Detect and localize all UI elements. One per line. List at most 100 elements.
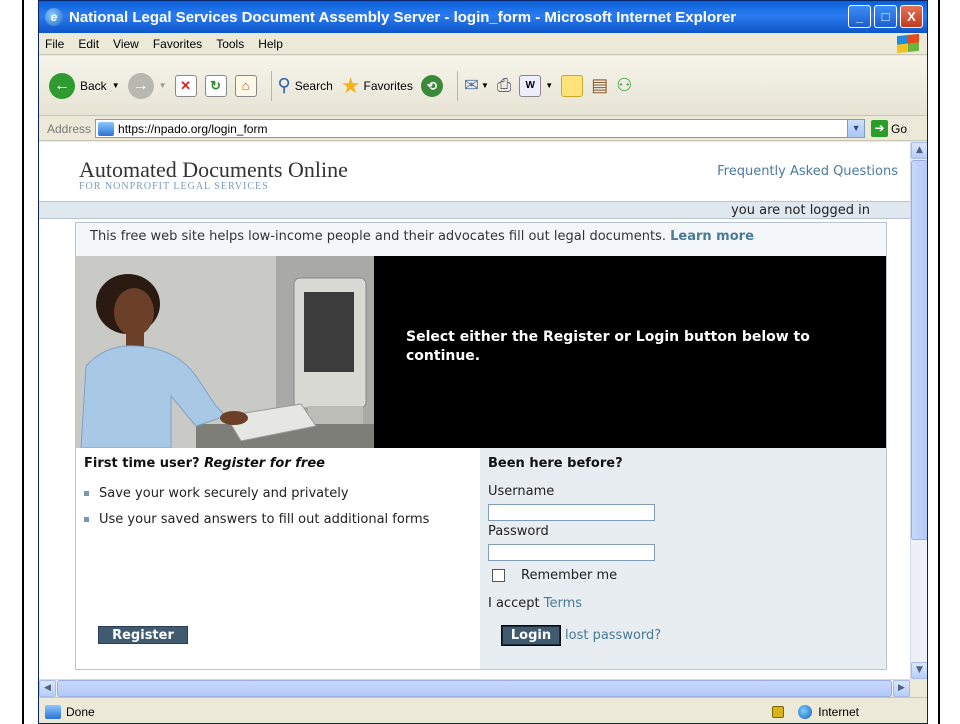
close-button[interactable]: X	[900, 5, 923, 28]
page-icon	[98, 121, 115, 136]
status-bar: Done Internet	[39, 697, 927, 723]
research-button[interactable]: ▤	[591, 75, 608, 96]
register-heading: First time user? Register for free	[84, 456, 325, 471]
chevron-down-icon[interactable]: ▼	[847, 120, 865, 137]
terms-link[interactable]: Terms	[544, 596, 582, 611]
horizontal-scroll-thumb[interactable]	[57, 680, 892, 697]
chevron-down-icon: ▼	[480, 81, 489, 90]
toolbar: ← Back ▼ → ▼ ✕ ↻ ⌂ ⚲ Search ★ Favorites …	[39, 56, 927, 116]
windows-logo-icon	[897, 33, 919, 54]
toolbar-separator	[456, 70, 458, 101]
refresh-icon: ↻	[204, 74, 227, 97]
remember-me-checkbox[interactable]	[492, 569, 505, 582]
status-text: Done	[66, 704, 95, 719]
back-button[interactable]: ← Back ▼	[49, 72, 120, 99]
login-section: Been here before? Username Password Reme…	[480, 448, 886, 669]
learn-more-link[interactable]: Learn more	[670, 229, 754, 244]
stop-icon: ✕	[174, 74, 197, 97]
address-input[interactable]: https://npado.org/login_form ▼	[95, 119, 866, 138]
minimize-button[interactable]: _	[848, 5, 871, 28]
vertical-scroll-thumb[interactable]	[911, 160, 927, 540]
print-icon: ⎙	[496, 75, 512, 95]
horizontal-scrollbar[interactable]: ◀ ▶	[39, 679, 910, 697]
chevron-down-icon: ▼	[545, 81, 554, 90]
menu-edit[interactable]: Edit	[78, 37, 99, 51]
go-arrow-icon: ➔	[871, 120, 889, 137]
remember-me[interactable]: Remember me	[492, 568, 617, 583]
refresh-button[interactable]: ↻	[204, 74, 227, 97]
login-heading: Been here before?	[488, 456, 623, 471]
page-done-icon	[45, 704, 61, 719]
menu-help[interactable]: Help	[258, 37, 283, 51]
bullet-text: Use your saved answers to fill out addit…	[99, 512, 430, 527]
research-icon: ▤	[591, 75, 609, 95]
stop-button[interactable]: ✕	[174, 74, 197, 97]
scroll-right-icon[interactable]: ▶	[893, 680, 910, 697]
go-label: Go	[891, 121, 908, 136]
lock-icon	[772, 705, 785, 718]
search-button[interactable]: ⚲ Search	[278, 75, 333, 96]
scroll-down-icon[interactable]: ▼	[911, 662, 927, 679]
site-title[interactable]: Automated Documents Online	[79, 157, 348, 183]
register-heading-prefix: First time user?	[84, 456, 200, 471]
ie-logo-icon: e	[45, 8, 63, 26]
scroll-left-icon[interactable]: ◀	[39, 680, 56, 697]
bullet-text: Save your work securely and privately	[99, 486, 349, 501]
menu-view[interactable]: View	[113, 37, 139, 51]
globe-icon	[798, 704, 813, 719]
forward-button[interactable]: → ▼	[127, 72, 167, 99]
register-section: First time user? Register for free Save …	[76, 448, 480, 669]
scroll-up-icon[interactable]: ▲	[911, 142, 927, 159]
main-panel: This free web site helps low-income peop…	[75, 222, 887, 670]
password-field[interactable]	[488, 544, 655, 561]
login-button[interactable]: Login	[501, 625, 561, 646]
history-button[interactable]: ⟲	[420, 74, 443, 97]
hero-banner: Select either the Register or Login butt…	[76, 256, 886, 448]
address-label: Address	[47, 121, 92, 136]
faq-link[interactable]: Frequently Asked Questions	[717, 164, 898, 179]
intro-text: This free web site helps low-income peop…	[90, 229, 754, 244]
address-bar: Address https://npado.org/login_form ▼ ➔…	[39, 117, 927, 141]
messenger-icon: ⚇	[616, 75, 633, 95]
remember-me-label: Remember me	[521, 568, 618, 583]
username-field[interactable]	[488, 504, 655, 521]
mail-icon: ✉	[463, 75, 479, 95]
menu-bar: File Edit View Favorites Tools Help	[39, 33, 927, 55]
favorites-button[interactable]: ★ Favorites	[341, 73, 413, 99]
password-label: Password	[488, 524, 549, 539]
accept-prefix: I accept	[488, 596, 540, 611]
messenger-button[interactable]: ⚇	[616, 75, 632, 96]
menu-tools[interactable]: Tools	[216, 37, 244, 51]
status-zone: Internet	[772, 704, 919, 719]
intro-sentence: This free web site helps low-income peop…	[90, 229, 666, 244]
edit-button[interactable]: W ▼	[519, 74, 554, 97]
mail-button[interactable]: ✉ ▼	[464, 75, 489, 96]
edit-page-icon: W	[519, 74, 542, 97]
menu-favorites[interactable]: Favorites	[153, 37, 202, 51]
notes-button[interactable]	[561, 74, 584, 97]
favorites-star-icon: ★	[340, 72, 361, 98]
list-item: Use your saved answers to fill out addit…	[84, 512, 429, 527]
favorites-label: Favorites	[363, 78, 413, 93]
maximize-button[interactable]: □	[874, 5, 897, 28]
home-button[interactable]: ⌂	[234, 74, 257, 97]
site-subtitle: FOR NONPROFIT LEGAL SERVICES	[79, 181, 269, 192]
forward-arrow-icon: →	[127, 72, 154, 99]
hero-message: Select either the Register or Login butt…	[406, 329, 810, 364]
search-label: Search	[294, 78, 333, 93]
vertical-scrollbar[interactable]: ▲ ▼	[910, 142, 927, 679]
register-button[interactable]: Register	[98, 626, 188, 644]
bullet-icon	[84, 491, 89, 496]
go-button[interactable]: ➔ Go	[871, 120, 907, 137]
hero-photo	[76, 256, 374, 448]
menu-file[interactable]: File	[45, 37, 64, 51]
history-icon: ⟲	[420, 74, 443, 97]
chevron-down-icon: ▼	[158, 81, 167, 90]
window-title: National Legal Services Document Assembl…	[69, 8, 737, 26]
page-viewport: Automated Documents Online FOR NONPROFIT…	[39, 142, 910, 679]
site-header: Automated Documents Online FOR NONPROFIT…	[39, 142, 910, 202]
caption-buttons: _ □ X	[848, 5, 923, 28]
print-button[interactable]: ⎙	[497, 75, 511, 96]
bullet-icon	[84, 517, 89, 522]
lost-password-link[interactable]: lost password?	[565, 628, 661, 643]
